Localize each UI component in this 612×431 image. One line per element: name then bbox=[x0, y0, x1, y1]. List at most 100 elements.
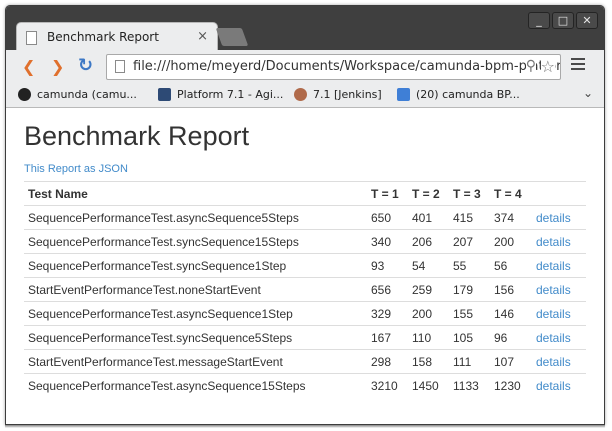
details-link[interactable]: details bbox=[536, 211, 571, 225]
bookmark-label: Platform 7.1 - Agi... bbox=[177, 88, 284, 101]
chevron-down-icon[interactable]: ⌄ bbox=[583, 86, 593, 100]
column-header: Test Name bbox=[24, 181, 367, 206]
t2-value: 110 bbox=[408, 325, 449, 350]
details-link[interactable]: details bbox=[536, 379, 571, 393]
t1-value: 93 bbox=[367, 253, 408, 278]
bookmark-jenkins[interactable]: 7.1 [Jenkins] bbox=[294, 88, 382, 101]
t4-value: 1230 bbox=[490, 373, 532, 398]
title-bar: Benchmark Report × _ □ ✕ bbox=[6, 6, 604, 52]
details-link[interactable]: details bbox=[536, 331, 571, 345]
table-row: SequencePerformanceTest.syncSequence5Ste… bbox=[24, 325, 586, 350]
test-name: SequencePerformanceTest.asyncSequence15S… bbox=[24, 373, 367, 398]
bookmark-platform-agile[interactable]: Platform 7.1 - Agi... bbox=[158, 88, 283, 101]
t3-value: 105 bbox=[449, 325, 490, 350]
bookmarks-bar: camunda (camu... Platform 7.1 - Agi... 7… bbox=[6, 84, 604, 108]
table-row: StartEventPerformanceTest.messageStartEv… bbox=[24, 349, 586, 374]
bookmark-camunda-github[interactable]: camunda (camu... bbox=[18, 88, 137, 101]
column-header: T = 2 bbox=[408, 181, 449, 206]
browser-window: Benchmark Report × _ □ ✕ ❮ ❯ ↻ file:///h… bbox=[5, 5, 605, 425]
bookmark-label: camunda (camu... bbox=[37, 88, 137, 101]
details-link[interactable]: details bbox=[536, 355, 571, 369]
t4-value: 107 bbox=[490, 349, 532, 374]
chat-icon bbox=[397, 88, 410, 101]
close-window-button[interactable]: ✕ bbox=[576, 12, 598, 29]
page-title: Benchmark Report bbox=[24, 121, 250, 151]
table-row: SequencePerformanceTest.syncSequence1Ste… bbox=[24, 253, 586, 278]
test-name: StartEventPerformanceTest.noneStartEvent bbox=[24, 277, 367, 302]
document-icon bbox=[26, 31, 37, 45]
test-name: SequencePerformanceTest.syncSequence5Ste… bbox=[24, 325, 367, 350]
table-row: SequencePerformanceTest.syncSequence15St… bbox=[24, 229, 586, 254]
t1-value: 650 bbox=[367, 205, 408, 230]
bookmark-camunda-bpm[interactable]: (20) camunda BP... bbox=[397, 88, 520, 101]
page-icon bbox=[115, 60, 125, 73]
jenkins-icon bbox=[294, 88, 307, 101]
t4-value: 96 bbox=[490, 325, 532, 350]
details-link[interactable]: details bbox=[536, 283, 571, 297]
details-link[interactable]: details bbox=[536, 235, 571, 249]
table-row: SequencePerformanceTest.asyncSequence5St… bbox=[24, 205, 586, 230]
details-link[interactable]: details bbox=[536, 259, 571, 273]
column-header bbox=[532, 181, 586, 206]
t4-value: 200 bbox=[490, 229, 532, 254]
t1-value: 167 bbox=[367, 325, 408, 350]
table-row: SequencePerformanceTest.asyncSequence15S… bbox=[24, 373, 586, 398]
tab-title: Benchmark Report bbox=[47, 30, 159, 44]
menu-icon[interactable] bbox=[571, 58, 585, 73]
t2-value: 401 bbox=[408, 205, 449, 230]
column-header: T = 1 bbox=[367, 181, 408, 206]
t2-value: 206 bbox=[408, 229, 449, 254]
benchmark-table: Test Name T = 1 T = 2 T = 3 T = 4 Sequen… bbox=[24, 181, 586, 398]
t3-value: 179 bbox=[449, 277, 490, 302]
t3-value: 1133 bbox=[449, 373, 490, 398]
test-name: StartEventPerformanceTest.messageStartEv… bbox=[24, 349, 367, 374]
github-icon bbox=[18, 88, 31, 101]
table-row: SequencePerformanceTest.asyncSequence1St… bbox=[24, 301, 586, 326]
t3-value: 155 bbox=[449, 301, 490, 326]
t4-value: 374 bbox=[490, 205, 532, 230]
search-icon[interactable]: ⚲ bbox=[525, 58, 536, 74]
t2-value: 200 bbox=[408, 301, 449, 326]
t4-value: 156 bbox=[490, 277, 532, 302]
t2-value: 158 bbox=[408, 349, 449, 374]
browser-tab[interactable]: Benchmark Report × bbox=[16, 22, 218, 52]
minimize-button[interactable]: _ bbox=[528, 12, 550, 29]
forward-button[interactable]: ❯ bbox=[51, 57, 64, 76]
column-header: T = 3 bbox=[449, 181, 490, 206]
back-button[interactable]: ❮ bbox=[22, 57, 35, 76]
t4-value: 56 bbox=[490, 253, 532, 278]
json-report-link[interactable]: This Report as JSON bbox=[24, 163, 128, 175]
close-tab-icon[interactable]: × bbox=[197, 29, 208, 44]
t2-value: 1450 bbox=[408, 373, 449, 398]
test-name: SequencePerformanceTest.asyncSequence5St… bbox=[24, 205, 367, 230]
t1-value: 3210 bbox=[367, 373, 408, 398]
agile-board-icon bbox=[158, 88, 171, 101]
t3-value: 207 bbox=[449, 229, 490, 254]
browser-toolbar: ❮ ❯ ↻ file:///home/meyerd/Documents/Work… bbox=[6, 50, 604, 84]
reload-button[interactable]: ↻ bbox=[78, 55, 93, 76]
window-shadow bbox=[5, 425, 605, 428]
t4-value: 146 bbox=[490, 301, 532, 326]
new-tab-button[interactable] bbox=[215, 28, 249, 46]
t3-value: 55 bbox=[449, 253, 490, 278]
test-name: SequencePerformanceTest.syncSequence1Ste… bbox=[24, 253, 367, 278]
details-link[interactable]: details bbox=[536, 307, 571, 321]
test-name: SequencePerformanceTest.syncSequence15St… bbox=[24, 229, 367, 254]
address-bar[interactable]: file:///home/meyerd/Documents/Workspace/… bbox=[106, 54, 561, 80]
url-text[interactable]: file:///home/meyerd/Documents/Workspace/… bbox=[133, 59, 560, 74]
bookmark-star-icon[interactable]: ☆ bbox=[540, 57, 555, 76]
bookmark-label: 7.1 [Jenkins] bbox=[313, 88, 382, 101]
t1-value: 298 bbox=[367, 349, 408, 374]
t2-value: 259 bbox=[408, 277, 449, 302]
test-name: SequencePerformanceTest.asyncSequence1St… bbox=[24, 301, 367, 326]
maximize-button[interactable]: □ bbox=[552, 12, 574, 29]
column-header: T = 4 bbox=[490, 181, 532, 206]
table-header-row: Test Name T = 1 T = 2 T = 3 T = 4 bbox=[24, 181, 586, 206]
bookmark-label: (20) camunda BP... bbox=[416, 88, 520, 101]
t1-value: 340 bbox=[367, 229, 408, 254]
t1-value: 656 bbox=[367, 277, 408, 302]
table-row: StartEventPerformanceTest.noneStartEvent… bbox=[24, 277, 586, 302]
t1-value: 329 bbox=[367, 301, 408, 326]
page-content: Benchmark Report This Report as JSON Tes… bbox=[6, 109, 604, 424]
t2-value: 54 bbox=[408, 253, 449, 278]
